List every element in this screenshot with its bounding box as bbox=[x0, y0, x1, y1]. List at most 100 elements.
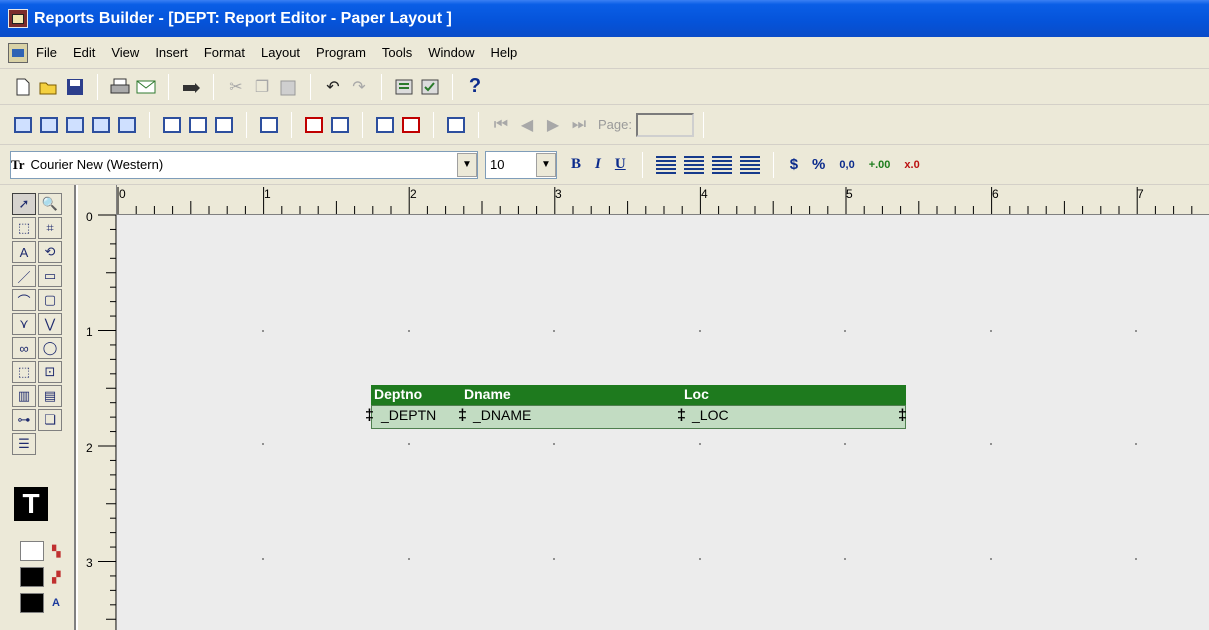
ellipse-icon[interactable]: ◯ bbox=[38, 337, 62, 359]
data-model-icon[interactable] bbox=[10, 112, 36, 138]
web-source-icon[interactable] bbox=[36, 112, 62, 138]
line-icon[interactable]: ／ bbox=[12, 265, 36, 287]
text-color-icon[interactable]: A bbox=[52, 597, 66, 611]
italic-button[interactable]: I bbox=[595, 156, 601, 173]
next-page-icon[interactable]: ▶ bbox=[540, 112, 566, 138]
main-section-icon[interactable] bbox=[185, 112, 211, 138]
save-icon[interactable] bbox=[62, 74, 88, 100]
frame-icon[interactable]: ⬚ bbox=[12, 361, 36, 383]
select-children-icon[interactable] bbox=[398, 112, 424, 138]
query-icon[interactable]: ☰ bbox=[12, 433, 36, 455]
anchor-icon[interactable]: ‡ bbox=[458, 407, 467, 425]
magnify-icon[interactable]: 🔍 bbox=[38, 193, 62, 215]
percent-button[interactable]: % bbox=[812, 156, 825, 173]
polyline-icon[interactable]: ⋎ bbox=[12, 313, 36, 335]
menu-file[interactable]: File bbox=[34, 43, 59, 62]
menu-program[interactable]: Program bbox=[314, 43, 368, 62]
report-repeating-frame[interactable]: ‡ _DEPTN ‡ _DNAME ‡ _LOC ‡ bbox=[365, 405, 907, 429]
text-color-swatch[interactable] bbox=[20, 593, 44, 613]
rounded-rect-icon[interactable]: ▢ bbox=[38, 289, 62, 311]
run-icon[interactable] bbox=[178, 74, 204, 100]
document-icon[interactable] bbox=[8, 42, 28, 63]
redo-icon[interactable]: ↷ bbox=[346, 74, 372, 100]
freehand-icon[interactable]: ∞ bbox=[12, 337, 36, 359]
parameter-form-icon[interactable] bbox=[114, 112, 140, 138]
field-loc[interactable]: _LOC bbox=[692, 407, 729, 423]
menu-edit[interactable]: Edit bbox=[71, 43, 97, 62]
frame-select-icon[interactable]: ⬚ bbox=[12, 217, 36, 239]
check-icon[interactable] bbox=[417, 74, 443, 100]
menu-layout[interactable]: Layout bbox=[259, 43, 302, 62]
line-color-icon[interactable]: ▞ bbox=[52, 571, 66, 585]
link-icon[interactable]: ⊶ bbox=[12, 409, 36, 431]
add-decimal-button[interactable]: +.00 bbox=[869, 159, 891, 171]
paper-layout-icon[interactable] bbox=[62, 112, 88, 138]
paper-design-icon[interactable] bbox=[88, 112, 114, 138]
font-size-combo[interactable]: 10 ▼ bbox=[485, 150, 557, 179]
underline-button[interactable]: U bbox=[615, 156, 626, 173]
text-tool-big-icon[interactable]: T bbox=[14, 487, 48, 521]
first-page-icon[interactable]: ⏮ bbox=[488, 112, 514, 138]
file-link-icon[interactable]: ❏ bbox=[38, 409, 62, 431]
new-icon[interactable] bbox=[10, 74, 36, 100]
column-label-deptno[interactable]: Deptno bbox=[374, 386, 422, 402]
trailer-section-icon[interactable] bbox=[211, 112, 237, 138]
copy-icon[interactable]: ❐ bbox=[249, 74, 275, 100]
anchor-icon[interactable]: ‡ bbox=[677, 407, 686, 425]
remove-decimal-button[interactable]: x.0 bbox=[904, 159, 919, 171]
field-dname[interactable]: _DNAME bbox=[473, 407, 531, 423]
menu-insert[interactable]: Insert bbox=[153, 43, 190, 62]
column-label-loc[interactable]: Loc bbox=[684, 386, 709, 402]
paste-icon[interactable] bbox=[275, 74, 301, 100]
select-icon[interactable]: ➚ bbox=[12, 193, 36, 215]
chart-icon[interactable]: ▥ bbox=[12, 385, 36, 407]
menu-format[interactable]: Format bbox=[202, 43, 247, 62]
anchor-icon[interactable]: ‡ bbox=[365, 407, 374, 425]
line-color-swatch[interactable] bbox=[20, 567, 44, 587]
currency-button[interactable]: $ bbox=[790, 156, 798, 173]
open-icon[interactable] bbox=[36, 74, 62, 100]
last-page-icon[interactable]: ⏭ bbox=[566, 112, 592, 138]
page-number-input[interactable] bbox=[635, 112, 694, 137]
reports-builder-app-icon[interactable] bbox=[8, 9, 28, 28]
cut-icon[interactable]: ✂ bbox=[223, 74, 249, 100]
bold-button[interactable]: B bbox=[571, 156, 581, 173]
previous-page-icon[interactable]: ◀ bbox=[514, 112, 540, 138]
justify-icon[interactable] bbox=[739, 155, 760, 174]
report-header-frame[interactable]: Deptno Dname Loc bbox=[371, 385, 906, 405]
menu-view[interactable]: View bbox=[109, 43, 141, 62]
flex-mode-icon[interactable] bbox=[327, 112, 353, 138]
text-icon[interactable]: A bbox=[12, 241, 36, 263]
group-frame-icon[interactable] bbox=[443, 112, 469, 138]
column-label-dname[interactable]: Dname bbox=[464, 386, 511, 402]
print-icon[interactable] bbox=[107, 74, 133, 100]
commas-button[interactable]: 0,0 bbox=[839, 159, 854, 171]
rotate-icon[interactable]: ⟲ bbox=[38, 241, 62, 263]
reshape-icon[interactable]: ⌗ bbox=[38, 217, 62, 239]
header-section-icon[interactable] bbox=[159, 112, 185, 138]
align-center-icon[interactable] bbox=[683, 155, 704, 174]
help-icon[interactable]: ? bbox=[462, 74, 488, 100]
font-name-combo[interactable]: Tr Courier New (Western) ▼ bbox=[10, 150, 478, 179]
align-left-icon[interactable] bbox=[655, 155, 676, 174]
font-dropdown-arrow-icon[interactable]: ▼ bbox=[457, 152, 477, 177]
compile-icon[interactable] bbox=[391, 74, 417, 100]
field-deptno[interactable]: _DEPTN bbox=[381, 407, 436, 423]
undo-icon[interactable]: ↶ bbox=[320, 74, 346, 100]
fill-color-swatch[interactable] bbox=[20, 541, 44, 561]
arc-icon[interactable]: ⌒ bbox=[12, 289, 36, 311]
mail-icon[interactable] bbox=[133, 74, 159, 100]
menu-help[interactable]: Help bbox=[489, 43, 520, 62]
field-icon[interactable]: ⊡ bbox=[38, 361, 62, 383]
bring-forward-icon[interactable] bbox=[256, 112, 282, 138]
polygon-icon[interactable]: ⋁ bbox=[38, 313, 62, 335]
anchor-icon[interactable]: ‡ bbox=[898, 407, 907, 425]
fill-color-icon[interactable]: ▚ bbox=[52, 545, 66, 559]
select-parent-frame-icon[interactable] bbox=[372, 112, 398, 138]
menu-tools[interactable]: Tools bbox=[380, 43, 414, 62]
align-right-icon[interactable] bbox=[711, 155, 732, 174]
size-dropdown-arrow-icon[interactable]: ▼ bbox=[536, 152, 556, 177]
button-icon[interactable]: ▤ bbox=[38, 385, 62, 407]
menu-window[interactable]: Window bbox=[426, 43, 476, 62]
confine-mode-icon[interactable] bbox=[301, 112, 327, 138]
